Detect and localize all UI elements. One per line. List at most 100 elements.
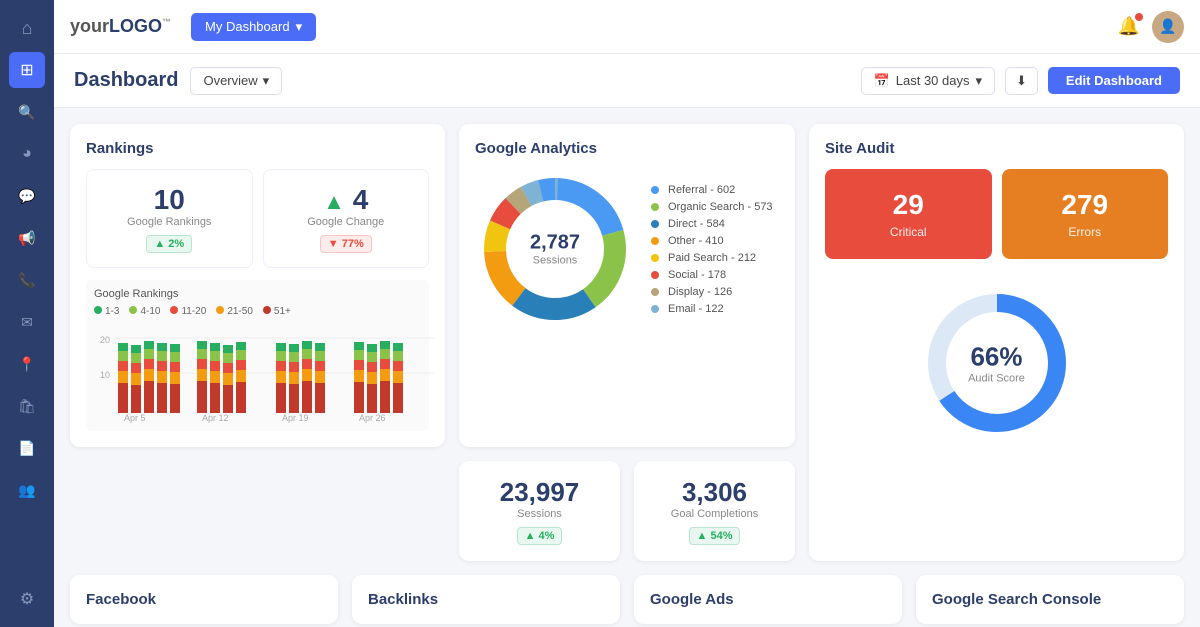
legend-row-email: Email - 122 — [651, 303, 773, 315]
audit-critical-value: 29 — [835, 189, 982, 221]
legend-21-50: 21-50 — [216, 306, 253, 317]
sessions-label: Sessions — [475, 508, 604, 520]
goals-label: Goal Completions — [650, 508, 779, 520]
avatar[interactable]: 👤 — [1152, 11, 1184, 43]
organic-dot — [651, 203, 659, 211]
analytics-title: Google Analytics — [475, 140, 779, 157]
rankings-bar-chart: 20 10 — [94, 323, 434, 423]
backlinks-card: Backlinks — [352, 575, 620, 624]
google-rankings-badge: ▲ 2% — [146, 235, 192, 253]
main-area: yourLOGO™ My Dashboard ▾ 🔔 👤 Dashboard O… — [54, 0, 1200, 627]
audit-title: Site Audit — [825, 140, 1168, 157]
sidebar-icon-settings[interactable]: ⚙ — [9, 581, 45, 617]
rankings-metrics: 10 Google Rankings ▲ 2% ▲ 4 Google Chang… — [86, 169, 429, 268]
sidebar-icon-grid[interactable]: ⊞ — [9, 52, 45, 88]
site-audit-card: Site Audit 29 Critical 279 Errors — [809, 124, 1184, 561]
paid-label: Paid Search - 212 — [668, 252, 756, 264]
email-label: Email - 122 — [668, 303, 724, 315]
referral-label: Referral - 602 — [668, 184, 735, 196]
google-rankings-label: Google Rankings — [97, 216, 242, 228]
sidebar-icon-users[interactable]: 👥 — [9, 472, 45, 508]
google-change-box: ▲ 4 Google Change ▼ 77% — [263, 169, 430, 268]
google-rankings-box: 10 Google Rankings ▲ 2% — [86, 169, 253, 268]
social-label: Social - 178 — [668, 269, 726, 281]
sidebar-icon-megaphone[interactable]: 📢 — [9, 220, 45, 256]
sidebar-icon-document[interactable]: 📄 — [9, 430, 45, 466]
bottom-cards-row: Facebook Backlinks Google Ads Google Sea… — [70, 575, 1184, 624]
sidebar-icon-mail[interactable]: ✉ — [9, 304, 45, 340]
svg-text:Apr 26: Apr 26 — [359, 413, 386, 423]
date-range-label: Last 30 days — [896, 73, 970, 88]
top-bar: yourLOGO™ My Dashboard ▾ 🔔 👤 — [54, 0, 1200, 54]
backlinks-title: Backlinks — [368, 591, 604, 608]
search-console-card: Google Search Console — [916, 575, 1184, 624]
audit-errors-value: 279 — [1012, 189, 1159, 221]
audit-score-wrap: 66% Audit Score — [825, 273, 1168, 443]
sidebar: ⌂ ⊞ 🔍 ◕ 💬 📢 📞 ✉ 📍 🛍 📄 👥 ⚙ — [0, 0, 54, 627]
legend-row-organic: Organic Search - 573 — [651, 201, 773, 213]
donut-center: 2,787 Sessions — [530, 232, 580, 267]
legend-row-direct: Direct - 584 — [651, 218, 773, 230]
overview-button[interactable]: Overview ▾ — [190, 67, 282, 95]
edit-dashboard-button[interactable]: Edit Dashboard — [1048, 67, 1180, 94]
dropdown-arrow-icon: ▾ — [296, 19, 303, 35]
analytics-legend: Referral - 602 Organic Search - 573 Dire… — [651, 184, 773, 315]
social-dot — [651, 271, 659, 279]
audit-errors-box: 279 Errors — [1002, 169, 1169, 259]
audit-score-label: Audit Score — [968, 373, 1025, 385]
audit-score-value: 66% — [968, 342, 1025, 373]
search-console-title: Google Search Console — [932, 591, 1168, 608]
sidebar-icon-phone[interactable]: 📞 — [9, 262, 45, 298]
sessions-badge: ▲ 4% — [517, 527, 563, 545]
audit-score-center: 66% Audit Score — [968, 342, 1025, 385]
display-label: Display - 126 — [668, 286, 732, 298]
google-change-value: ▲ 4 — [274, 184, 419, 216]
other-label: Other - 410 — [668, 235, 724, 247]
audit-critical-box: 29 Critical — [825, 169, 992, 259]
sessions-value: 23,997 — [475, 477, 604, 508]
goals-badge: ▲ 54% — [689, 527, 741, 545]
my-dashboard-label: My Dashboard — [205, 19, 290, 34]
my-dashboard-button[interactable]: My Dashboard ▾ — [191, 13, 316, 41]
organic-label: Organic Search - 573 — [668, 201, 773, 213]
analytics-card: Google Analytics — [459, 124, 795, 447]
sidebar-icon-chat[interactable]: 💬 — [9, 178, 45, 214]
google-change-badge: ▼ 77% — [320, 235, 372, 253]
sidebar-icon-location[interactable]: 📍 — [9, 346, 45, 382]
audit-errors-label: Errors — [1012, 225, 1159, 239]
google-change-label: Google Change — [274, 216, 419, 228]
notification-bell-icon[interactable]: 🔔 — [1118, 16, 1140, 37]
sidebar-icon-search[interactable]: 🔍 — [9, 94, 45, 130]
rankings-title: Rankings — [86, 140, 429, 157]
svg-text:10: 10 — [100, 370, 110, 380]
facebook-card: Facebook — [70, 575, 338, 624]
donut-label: Sessions — [530, 255, 580, 267]
top-bar-right: 🔔 👤 — [1118, 11, 1184, 43]
sidebar-icon-chart[interactable]: ◕ — [9, 136, 45, 172]
google-ads-card: Google Ads — [634, 575, 902, 624]
svg-text:20: 20 — [100, 335, 110, 345]
referral-dot — [651, 186, 659, 194]
legend-row-referral: Referral - 602 — [651, 184, 773, 196]
legend-row-other: Other - 410 — [651, 235, 773, 247]
direct-dot — [651, 220, 659, 228]
legend-row-social: Social - 178 — [651, 269, 773, 281]
display-dot — [651, 288, 659, 296]
analytics-inner: 2,787 Sessions Referral - 602 Organic Se… — [475, 169, 779, 329]
google-change-number: 4 — [353, 184, 369, 215]
analytics-bottom-row: 23,997 Sessions ▲ 4% 3,306 Goal Completi… — [459, 461, 795, 561]
rankings-chart-area: Google Rankings 1-3 4-10 11-20 21-50 51+… — [86, 280, 429, 431]
email-dot — [651, 305, 659, 313]
change-arrow-icon: ▲ — [323, 189, 345, 214]
legend-11-20: 11-20 — [170, 306, 206, 317]
donut-value: 2,787 — [530, 232, 580, 255]
overview-label: Overview — [203, 73, 257, 88]
svg-text:Apr 5: Apr 5 — [124, 413, 146, 423]
sessions-card: 23,997 Sessions ▲ 4% — [459, 461, 620, 561]
sub-header-right: 📅 Last 30 days ▾ ⬇ Edit Dashboard — [861, 67, 1180, 95]
sidebar-icon-shopping[interactable]: 🛍 — [9, 388, 45, 424]
legend-row-paid: Paid Search - 212 — [651, 252, 773, 264]
date-range-button[interactable]: 📅 Last 30 days ▾ — [861, 67, 995, 95]
sidebar-icon-home[interactable]: ⌂ — [9, 10, 45, 46]
download-button[interactable]: ⬇ — [1005, 67, 1038, 95]
